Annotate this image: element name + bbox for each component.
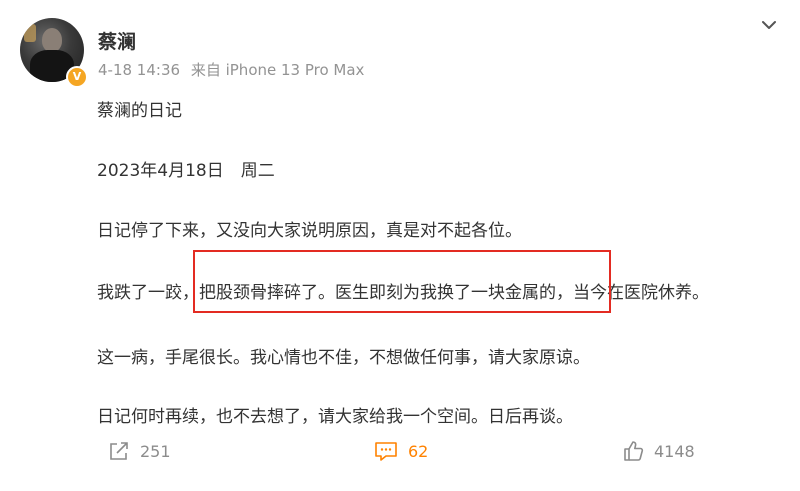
share-count: 251 [140,441,171,461]
post-text-line: 蔡澜的日记 [97,101,182,121]
post-action-bar: 251 62 4148 [0,436,800,466]
chevron-down-icon [762,21,776,29]
like-icon [624,441,644,461]
share-button[interactable]: 251 [108,436,171,466]
comment-button[interactable]: 62 [374,436,428,466]
verified-badge-icon: V [66,66,88,88]
post-timestamp[interactable]: 4-18 14:36 [98,61,180,79]
post-meta: 4-18 14:36 来自 iPhone 13 Pro Max [98,59,364,80]
author-name[interactable]: 蔡澜 [98,27,136,54]
post-source: 来自 iPhone 13 Pro Max [190,61,365,79]
post-text-line: 日记何时再续，也不去想了，请大家给我一个空间。日后再谈。 [97,407,573,427]
post-text-line: 这一病，手尾很长。我心情也不佳，不想做任何事，请大家原谅。 [97,348,590,368]
post-text-line: 2023年4月18日 周二 [97,161,275,181]
post-text-line: 日记停了下来，又没向大家说明原因，真是对不起各位。 [97,221,522,241]
share-icon [110,442,128,460]
avatar-background [24,24,36,42]
post-menu-button[interactable] [758,14,780,36]
avatar-face [42,28,62,52]
comment-icon [375,442,397,461]
like-button[interactable]: 4148 [622,436,695,466]
like-count: 4148 [654,441,695,461]
comment-count: 62 [408,441,429,461]
post-text-line: 我跌了一跤，把股颈骨摔碎了。医生即刻为我换了一块金属的，当今在医院休养。 [97,283,709,303]
